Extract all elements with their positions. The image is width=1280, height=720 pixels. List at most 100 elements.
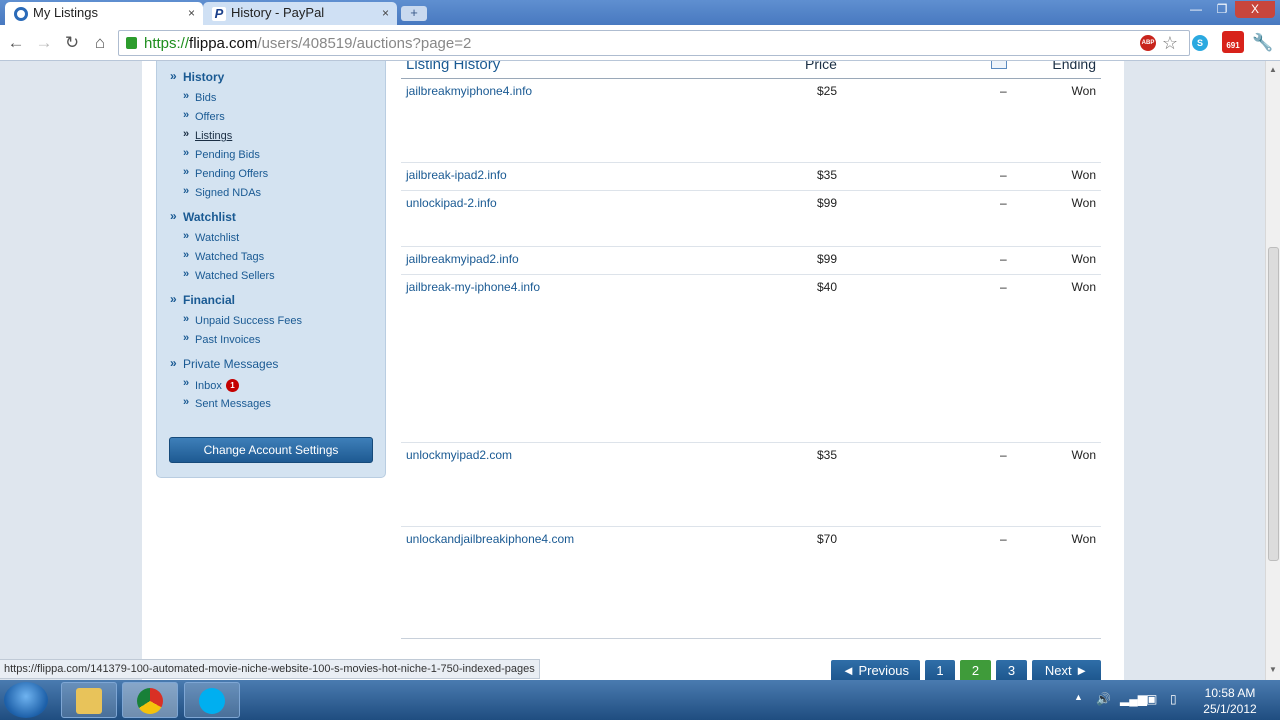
table-row: jailbreak-ipad2.info $35 – Won — [401, 163, 1101, 191]
wrench-menu-icon[interactable]: 🔧 — [1252, 32, 1274, 54]
page-3-button[interactable]: 3 — [996, 660, 1027, 680]
chrome-icon — [137, 688, 163, 714]
raquo-icon: » — [183, 396, 190, 408]
sidebar-section-private-messages[interactable]: Private Messages — [183, 357, 278, 371]
previous-page-button[interactable]: ◄ Previous — [831, 660, 920, 680]
listing-history-table: Listing History Price Ending jailbreakmy… — [401, 61, 1101, 680]
chrome-taskbar-button[interactable] — [122, 682, 178, 718]
sidebar-section-history[interactable]: History — [183, 70, 224, 84]
listing-link[interactable]: jailbreakmyipad2.info — [406, 252, 519, 266]
volume-icon[interactable]: 🔊 — [1096, 692, 1111, 706]
listing-messages: – — [1000, 448, 1007, 462]
reload-icon[interactable]: ↻ — [61, 32, 83, 54]
lock-icon — [126, 37, 137, 49]
raquo-icon: » — [183, 249, 190, 261]
tab-my-listings[interactable]: My Listings × — [5, 2, 203, 25]
price-header: Price — [805, 61, 837, 72]
raquo-icon: » — [183, 147, 190, 159]
start-button-icon[interactable] — [4, 682, 48, 718]
sidebar-item-offers[interactable]: Offers — [195, 111, 225, 123]
battery-icon[interactable]: ▯ — [1170, 692, 1177, 706]
listing-link[interactable]: jailbreak-my-iphone4.info — [406, 280, 540, 294]
sidebar-item-pending-bids[interactable]: Pending Bids — [195, 149, 260, 161]
tab-close-icon[interactable]: × — [188, 6, 195, 20]
url-text: https://flippa.com/users/408519/auctions… — [144, 35, 472, 52]
gmail-checker-icon[interactable]: 691 — [1222, 31, 1244, 53]
scroll-up-arrow-icon[interactable]: ▲ — [1269, 65, 1277, 74]
ending-header: Ending — [1052, 61, 1096, 72]
listing-history-header: Listing History — [406, 61, 501, 73]
change-account-settings-button[interactable]: Change Account Settings — [169, 437, 373, 463]
network-icon[interactable]: ▂▄▆ — [1120, 692, 1147, 706]
sidebar-item-watched-tags[interactable]: Watched Tags — [195, 251, 264, 263]
raquo-icon: » — [183, 109, 190, 121]
paypal-favicon-icon: P — [212, 7, 226, 21]
listing-price: $70 — [816, 532, 837, 546]
vertical-scrollbar[interactable]: ▲ ▼ — [1265, 61, 1280, 680]
listing-link[interactable]: unlockmyipad2.com — [406, 448, 512, 462]
sidebar-item-listings[interactable]: Listings — [195, 130, 232, 142]
folder-icon — [76, 688, 102, 714]
sidebar-item-bids[interactable]: Bids — [195, 92, 216, 104]
page-1-button[interactable]: 1 — [925, 660, 955, 680]
sidebar-item-watched-sellers[interactable]: Watched Sellers — [195, 270, 275, 282]
table-row: jailbreak-my-iphone4.info $40 – Won — [401, 275, 1101, 443]
forward-icon[interactable]: → — [33, 32, 55, 54]
explorer-taskbar-button[interactable] — [61, 682, 117, 718]
listing-ending: Won — [1071, 196, 1096, 210]
star-bookmark-icon[interactable]: ☆ — [1159, 32, 1181, 54]
new-tab-button[interactable]: + — [401, 6, 427, 21]
listing-link[interactable]: jailbreakmyiphone4.info — [406, 84, 532, 98]
scrollbar-thumb[interactable] — [1268, 247, 1279, 561]
sidebar-section-watchlist[interactable]: Watchlist — [183, 210, 236, 224]
sidebar-item-past-invoices[interactable]: Past Invoices — [195, 334, 260, 346]
close-window-button[interactable]: X — [1235, 1, 1275, 18]
listing-ending: Won — [1071, 168, 1096, 182]
tray-expand-icon[interactable]: ▲ — [1074, 692, 1083, 702]
sidebar-item-pending-offers[interactable]: Pending Offers — [195, 168, 268, 180]
sidebar-section-financial[interactable]: Financial — [183, 293, 235, 307]
tab-paypal-history[interactable]: P History - PayPal × — [203, 2, 397, 25]
sidebar-item-unpaid-success-fees[interactable]: Unpaid Success Fees — [195, 315, 302, 327]
tab-title: My Listings — [33, 5, 99, 20]
browser-toolbar: ← → ↻ ⌂ https://flippa.com/users/408519/… — [0, 25, 1280, 61]
raquo-icon: » — [183, 166, 190, 178]
raquo-icon: » — [183, 268, 190, 280]
home-icon[interactable]: ⌂ — [89, 32, 111, 54]
listing-link[interactable]: unlockipad-2.info — [406, 196, 497, 210]
table-row: jailbreakmyipad2.info $99 – Won — [401, 247, 1101, 275]
listing-price: $25 — [816, 84, 837, 98]
skype-extension-icon[interactable]: S — [1192, 35, 1208, 51]
adblock-icon[interactable]: ABP — [1140, 35, 1156, 51]
sidebar-item-signed-ndas[interactable]: Signed NDAs — [195, 187, 261, 199]
sidebar-item-inbox[interactable]: Inbox 1 — [195, 379, 239, 392]
listing-messages: – — [1000, 196, 1007, 210]
tab-bar: My Listings × P History - PayPal × + — ❐… — [0, 0, 1280, 25]
tray-app-icon[interactable]: ▣ — [1146, 692, 1157, 706]
raquo-icon: » — [170, 69, 177, 83]
status-bubble: https://flippa.com/141379-100-automated-… — [0, 659, 540, 679]
raquo-icon: » — [183, 230, 190, 242]
page-2-button[interactable]: 2 — [960, 660, 991, 680]
back-icon[interactable]: ← — [5, 32, 27, 54]
sidebar-item-sent-messages[interactable]: Sent Messages — [195, 398, 271, 410]
scroll-down-arrow-icon[interactable]: ▼ — [1269, 665, 1277, 674]
tab-close-icon[interactable]: × — [382, 6, 389, 20]
skype-taskbar-button[interactable] — [184, 682, 240, 718]
listing-messages: – — [1000, 84, 1007, 98]
maximize-button[interactable]: ❐ — [1209, 1, 1235, 18]
page-viewport: » History » Bids » Offers » Listings » P… — [0, 61, 1265, 680]
minimize-button[interactable]: — — [1183, 1, 1209, 18]
raquo-icon: » — [170, 209, 177, 223]
next-page-button[interactable]: Next ► — [1032, 660, 1101, 680]
table-row: unlockmyipad2.com $35 – Won — [401, 443, 1101, 527]
system-clock[interactable]: 10:58 AM 25/1/2012 — [1190, 685, 1270, 717]
listing-link[interactable]: unlockandjailbreakiphone4.com — [406, 532, 574, 546]
windows-taskbar: ▲ 🔊 ▂▄▆ ▣ ▯ 10:58 AM 25/1/2012 — [0, 680, 1280, 720]
raquo-icon: » — [183, 377, 190, 389]
sidebar-item-watchlist[interactable]: Watchlist — [195, 232, 239, 244]
raquo-icon: » — [183, 128, 190, 140]
address-bar[interactable]: https://flippa.com/users/408519/auctions… — [118, 30, 1190, 56]
listing-link[interactable]: jailbreak-ipad2.info — [406, 168, 507, 182]
listing-ending: Won — [1071, 280, 1096, 294]
